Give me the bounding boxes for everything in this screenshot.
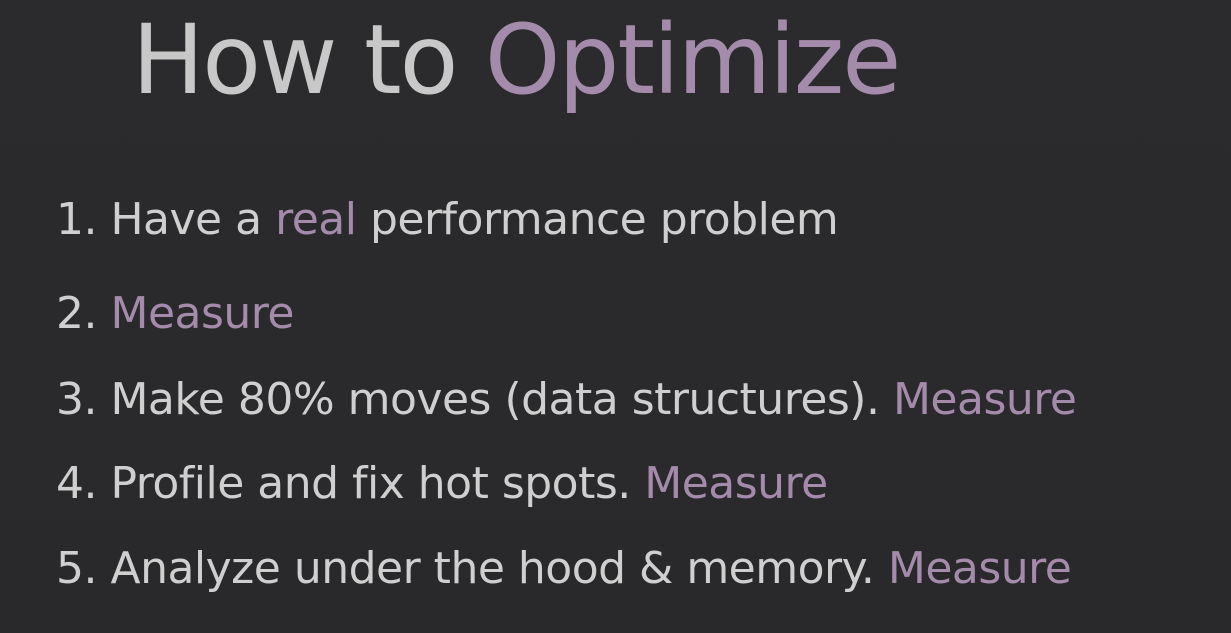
step-number: 5. [56,543,97,594]
step-highlight: Measure [644,458,828,509]
step-highlight: Measure [110,288,294,339]
title-prefix: How to [132,4,485,116]
step-1: 1. Have a real performance problem [56,194,839,247]
step-number: 2. [56,288,97,339]
slide-title: How to Optimize [132,7,901,114]
step-2: 2. Measure [56,288,294,341]
step-number: 1. [56,194,97,245]
step-number: 4. [56,458,97,509]
step-4: 4. Profile and fix hot spots. Measure [56,458,828,511]
title-highlight: Optimize [484,4,901,116]
step-text-after: performance problem [356,194,839,245]
step-highlight: Measure [887,543,1072,594]
slide: How to Optimize 1. Have a real performan… [0,0,1231,633]
step-text-before: Analyze under the hood & memory. [96,543,888,594]
step-text-before: Have a [96,194,276,245]
step-number: 3. [56,374,97,425]
step-highlight: Measure [892,374,1077,425]
step-text-before: Profile and fix hot spots. [96,458,645,509]
step-text-before: Make 80% moves (data structures). [96,374,893,425]
step-5: 5. Analyze under the hood & memory. Meas… [56,543,1072,596]
step-highlight: real [275,194,357,245]
step-text-before [97,288,111,339]
step-3: 3. Make 80% moves (data structures). Mea… [56,374,1077,427]
